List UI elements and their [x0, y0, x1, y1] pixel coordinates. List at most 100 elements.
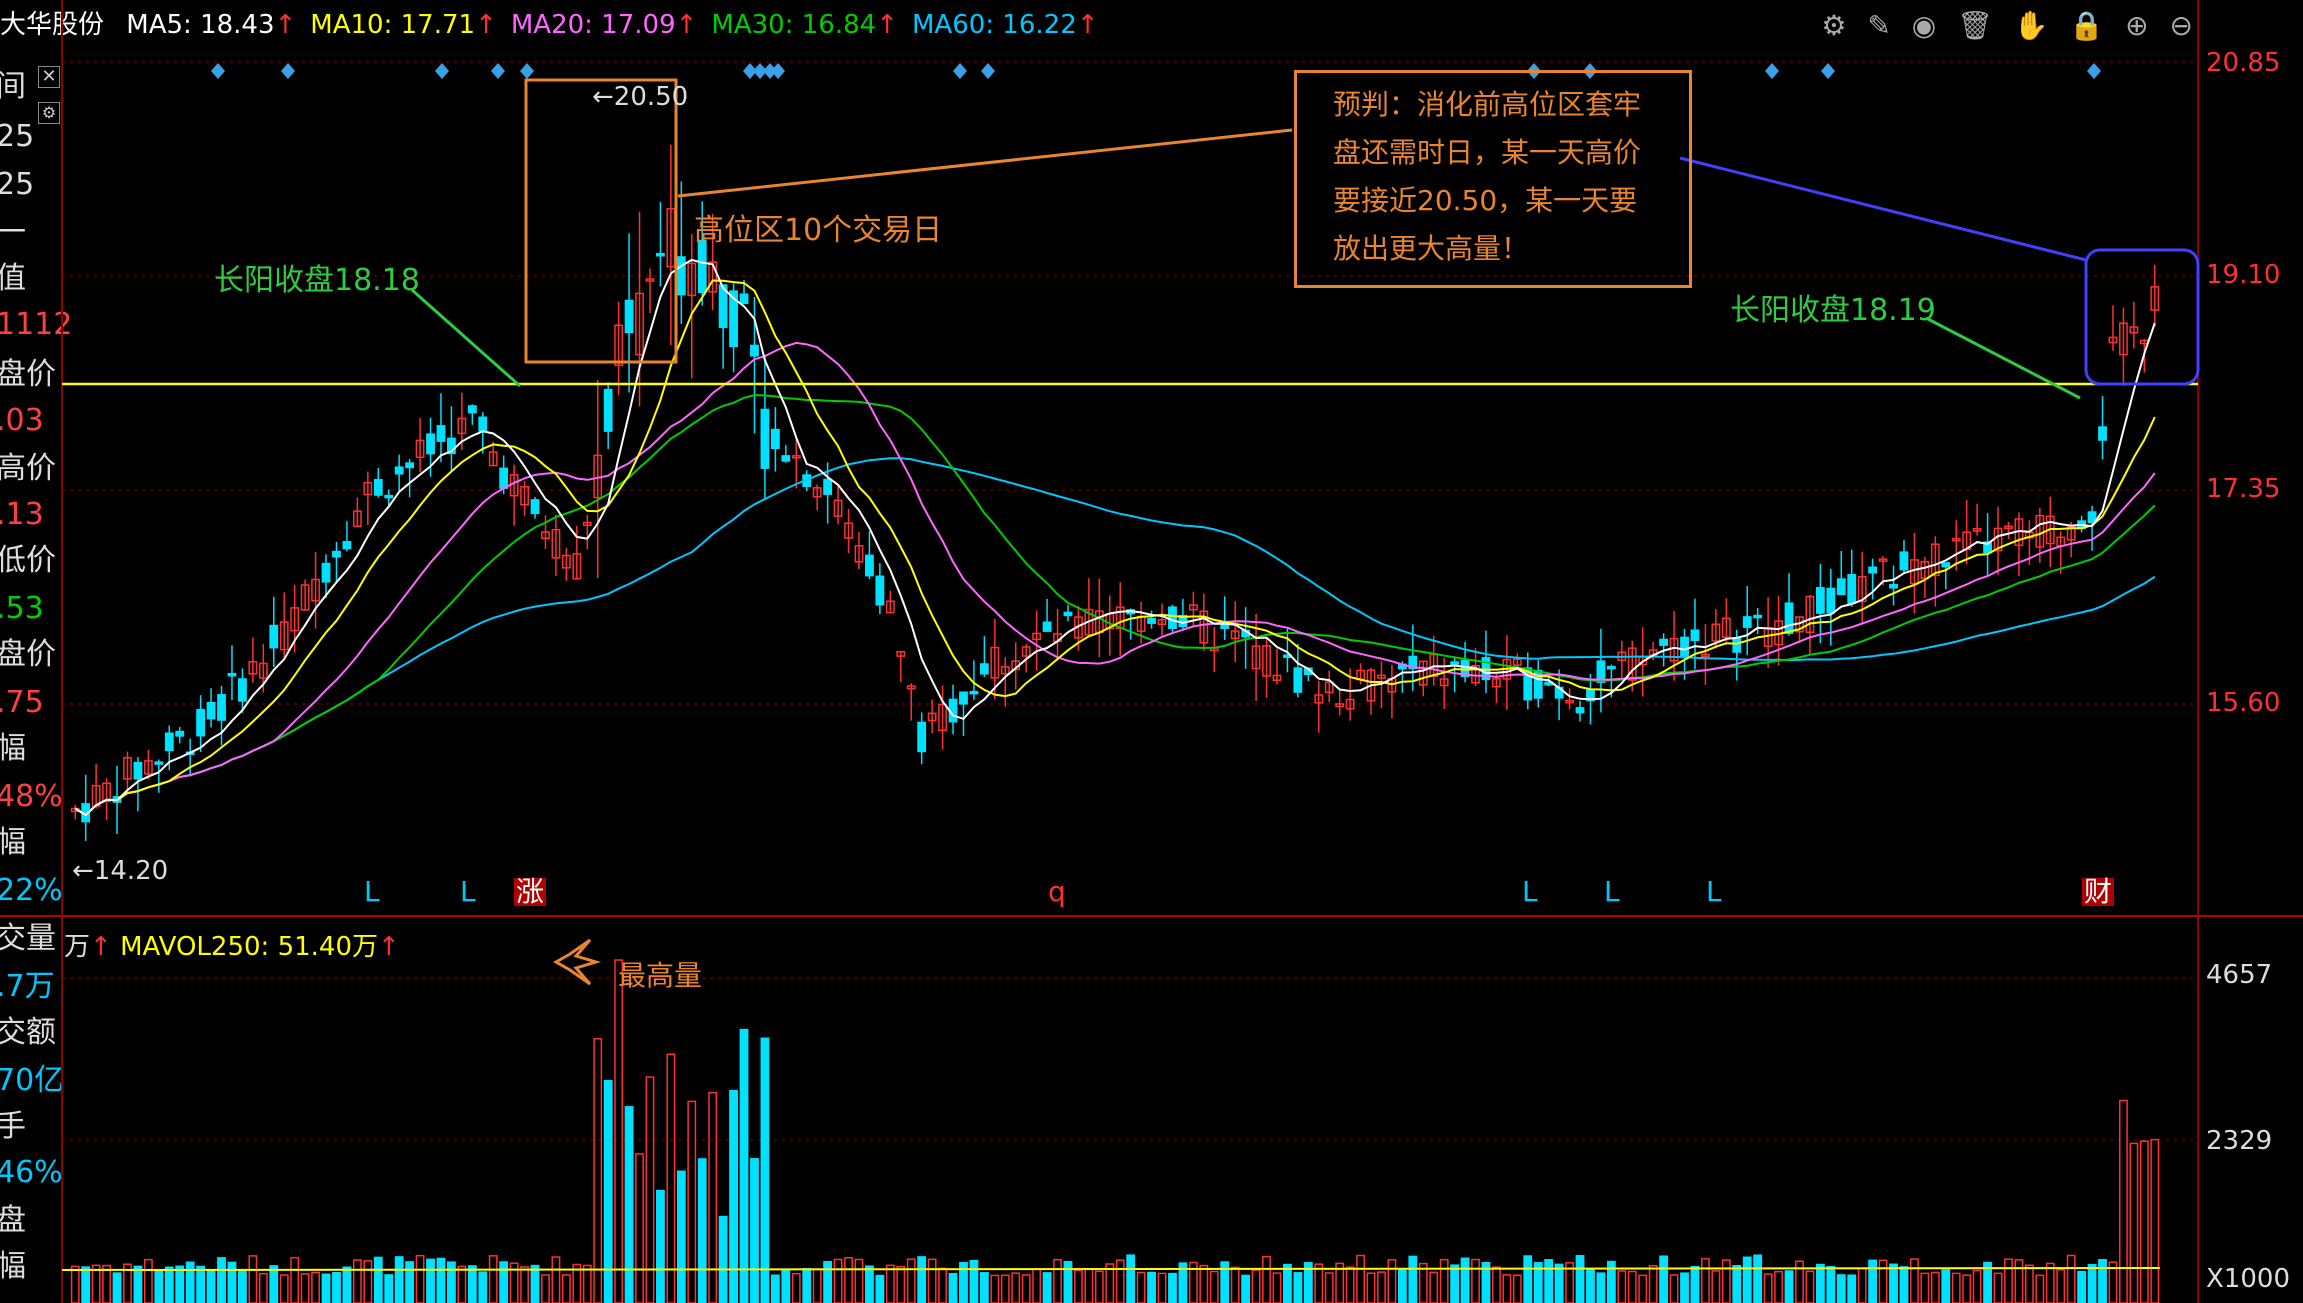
volume-bar — [2129, 1142, 2139, 1303]
volume-bar — [478, 1271, 488, 1303]
volume-bar — [1377, 1271, 1386, 1303]
candle-body — [154, 761, 164, 765]
volume-bar — [969, 1259, 979, 1303]
candle-body — [164, 732, 174, 752]
signal-marker[interactable]: 财 — [2082, 878, 2115, 906]
candle-body — [426, 433, 435, 455]
candle-body — [1680, 636, 1689, 658]
volume-bar — [2014, 1259, 2024, 1303]
volume-bar — [206, 1269, 216, 1303]
volume-bar — [1084, 1268, 1094, 1303]
volume-bar — [551, 1256, 561, 1303]
price-tick: 19.10 — [2206, 260, 2281, 290]
volume-bar — [1251, 1269, 1261, 1303]
volume-bar — [718, 1215, 728, 1303]
signal-marker[interactable]: L — [364, 878, 380, 906]
volume-bar — [854, 1258, 864, 1303]
candle-body — [979, 663, 989, 675]
diamond-marker — [953, 63, 967, 79]
candle-body — [467, 405, 477, 414]
volume-bar — [541, 1274, 550, 1303]
candle-body — [823, 478, 833, 495]
volume-bar — [791, 1272, 801, 1303]
volume-bar — [687, 1100, 697, 1303]
candle-body — [384, 494, 394, 499]
ma60-line — [74, 457, 2156, 817]
candle-body — [175, 730, 185, 737]
volume-bar — [917, 1256, 927, 1303]
volume-bar — [311, 1271, 320, 1303]
candle-body — [1753, 614, 1763, 619]
volume-bar — [1230, 1266, 1240, 1303]
volume-bar — [81, 1266, 91, 1303]
volume-bar — [436, 1257, 446, 1303]
candle-body — [227, 672, 237, 677]
volume-bar — [1544, 1259, 1554, 1303]
volume-bar — [300, 1273, 310, 1303]
volume-bar — [2045, 1262, 2055, 1303]
volume-bar — [865, 1265, 874, 1303]
forecast-line-4: 放出更大高量！ — [1333, 232, 1530, 265]
candle-body — [217, 694, 226, 721]
candle-body — [1815, 587, 1825, 614]
volume-tick: 2329 — [2206, 1126, 2273, 1156]
high-price-label: ←20.50 — [592, 82, 689, 112]
volume-bar — [1439, 1258, 1449, 1303]
signal-marker[interactable]: L — [1522, 878, 1538, 906]
volume-bar — [530, 1264, 540, 1303]
candle-body — [969, 690, 979, 695]
signal-marker[interactable]: L — [1604, 878, 1620, 906]
signal-marker[interactable]: L — [1706, 878, 1722, 906]
candle-body — [1836, 578, 1846, 596]
volume-bar — [2139, 1140, 2149, 1303]
candle-body — [1941, 562, 1951, 568]
volume-bar — [1502, 1274, 1512, 1303]
volume-bar — [1910, 1258, 1919, 1303]
volume-bar — [1763, 1273, 1773, 1303]
forecast-line-1: 预判：消化前高位区套牢 — [1333, 88, 1642, 121]
ma5-line — [74, 258, 2156, 817]
volume-bar — [133, 1265, 143, 1303]
candle-body — [676, 256, 686, 296]
volume-bar — [1450, 1264, 1460, 1303]
volume-bar — [384, 1274, 394, 1303]
signal-marker[interactable]: q — [1048, 878, 1066, 906]
candle-body — [1606, 665, 1616, 670]
left-yang-label: 长阳收盘18.18 — [214, 263, 420, 298]
volume-bar — [582, 1264, 592, 1303]
volume-bar — [1721, 1259, 1731, 1303]
stock-chart-window: 大华股份 MA5: 18.43↑ MA10: 17.71↑ MA20: 17.09↑… — [0, 0, 2303, 1303]
diamond-marker — [491, 63, 505, 79]
volume-bar — [1366, 1272, 1376, 1303]
volume-bar — [258, 1272, 268, 1303]
volume-bar — [1021, 1274, 1031, 1303]
vol-unit: 万 — [64, 932, 91, 962]
volume-bar — [1471, 1258, 1480, 1303]
volume-bar — [1032, 1268, 1042, 1303]
volume-bar — [1805, 1270, 1815, 1303]
volume-bar — [1857, 1267, 1867, 1303]
ma30-line — [74, 393, 2156, 817]
volume-bar — [1847, 1274, 1857, 1303]
price-tick: 15.60 — [2206, 688, 2281, 718]
volume-bar — [593, 1038, 603, 1303]
volume-bar — [1648, 1265, 1658, 1303]
candle-body — [238, 678, 247, 702]
volume-bar — [352, 1259, 362, 1303]
candlestick-chart[interactable] — [0, 0, 2303, 1303]
signal-marker[interactable]: L — [460, 878, 476, 906]
candle-body — [1889, 584, 1898, 589]
volume-bar — [2077, 1270, 2087, 1303]
candle-body — [1063, 611, 1073, 617]
volume-bar — [1293, 1272, 1303, 1303]
volume-bar — [1941, 1269, 1951, 1303]
volume-bar — [1878, 1259, 1888, 1303]
volume-bar — [1397, 1269, 1407, 1303]
candle-body — [697, 239, 707, 294]
volume-bar — [833, 1258, 843, 1303]
signal-marker[interactable]: 涨 — [514, 878, 547, 906]
volume-bar — [802, 1268, 812, 1303]
volume-bar — [1586, 1269, 1595, 1303]
volume-bar — [1930, 1271, 1940, 1303]
volume-bar — [938, 1267, 947, 1303]
